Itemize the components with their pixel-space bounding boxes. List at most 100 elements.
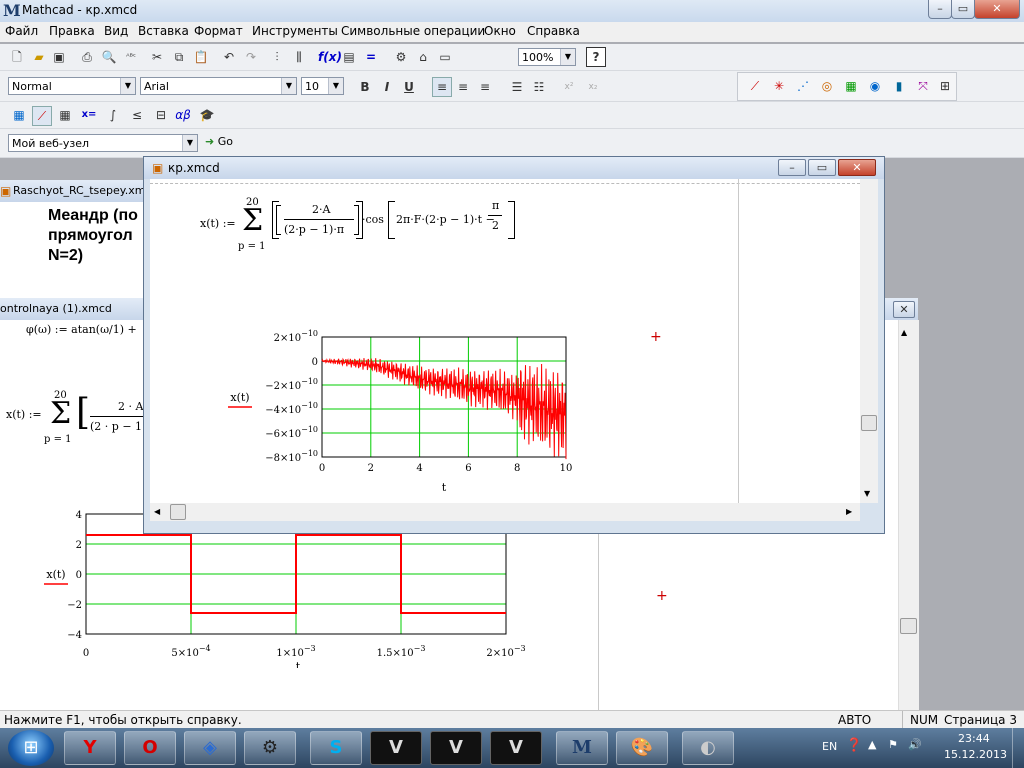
maximize-button[interactable]: ▭ <box>951 0 975 19</box>
matrix-icon[interactable]: ▦ <box>56 106 74 124</box>
italic-button[interactable]: I <box>378 78 396 96</box>
plot-wizard-icon[interactable]: ⊞ <box>936 77 954 95</box>
menu-tools[interactable]: Инструменты <box>252 24 338 38</box>
3d-bar-plot-icon[interactable]: ▦ <box>842 77 860 95</box>
copy-icon[interactable]: ⧉ <box>170 48 188 66</box>
tray-chevron-icon[interactable]: ▲ <box>868 738 876 751</box>
language-indicator[interactable]: EN <box>822 740 837 753</box>
3d-scatter-icon[interactable]: ◉ <box>866 77 884 95</box>
stalker-app-3-icon[interactable]: V <box>490 731 542 765</box>
calculator-icon[interactable]: ▦ <box>10 106 28 124</box>
underline-button[interactable]: U <box>400 78 418 96</box>
document-raschyot[interactable]: ▣ Raschyot_RC_tsepey.xmcd Меандр (по пря… <box>0 180 158 300</box>
go-button[interactable]: ➜ Go <box>205 135 233 153</box>
menu-window[interactable]: Окно <box>484 24 516 38</box>
scroll-up-icon[interactable]: ▲ <box>901 328 907 337</box>
scroll-left-icon[interactable]: ◀ <box>154 507 160 516</box>
print-preview-icon[interactable]: 🔍 <box>100 48 118 66</box>
skype-icon[interactable]: S <box>310 731 362 765</box>
redo-icon[interactable]: ↷ <box>242 48 260 66</box>
subscript-icon[interactable]: x₂ <box>584 78 602 96</box>
align-left-text-icon[interactable]: ≡ <box>432 77 452 97</box>
close-button[interactable]: ✕ <box>974 0 1020 19</box>
help-icon[interactable]: ? <box>586 47 606 67</box>
graph-palette-icon[interactable]: ⟋ <box>32 106 52 126</box>
menu-format[interactable]: Формат <box>194 24 243 38</box>
insert-unit-icon[interactable]: ▤ <box>340 48 358 66</box>
insert-function-icon[interactable]: f(x) <box>318 48 342 66</box>
insert-region-icon[interactable]: ▭ <box>436 48 454 66</box>
paint-icon[interactable]: 🎨 <box>616 731 668 765</box>
mathcad-taskbar-icon[interactable]: M <box>556 731 608 765</box>
spell-check-icon[interactable]: ᴬᴮᶜ <box>122 48 140 66</box>
print-icon[interactable]: ⎙ <box>78 48 96 66</box>
align-left-icon[interactable]: ⫼ <box>290 48 308 66</box>
vector-field-icon[interactable]: ⤧ <box>914 77 932 95</box>
paste-icon[interactable]: 📋 <box>192 48 210 66</box>
cut-icon[interactable]: ✂ <box>148 48 166 66</box>
menu-symbolics[interactable]: Символьные операции <box>341 24 485 38</box>
menu-edit[interactable]: Правка <box>49 24 95 38</box>
programming-icon[interactable]: ⊟ <box>152 106 170 124</box>
yandex-browser-icon[interactable]: Y <box>64 731 116 765</box>
symbolic-icon[interactable]: 🎓 <box>198 106 216 124</box>
menu-file[interactable]: Файл <box>5 24 38 38</box>
stalker-app-1-icon[interactable]: V <box>370 731 422 765</box>
web-node-select[interactable]: Мой веб-узел ▼ <box>8 134 198 152</box>
save-icon[interactable]: ▣ <box>50 48 68 66</box>
mouse-app-icon[interactable]: ◐ <box>682 731 734 765</box>
insert-component-icon[interactable]: ⚙ <box>392 48 410 66</box>
scroll-down-icon[interactable]: ▼ <box>864 489 870 498</box>
scrollbar-thumb[interactable] <box>170 504 186 520</box>
doc-close-button[interactable]: ✕ <box>838 159 876 176</box>
heading-text[interactable]: Меандр (по прямоугол N=2) <box>48 206 138 266</box>
stalker-app-2-icon[interactable]: V <box>430 731 482 765</box>
show-desktop-button[interactable] <box>1012 728 1024 768</box>
bold-button[interactable]: B <box>356 78 374 96</box>
scrollbar-thumb[interactable] <box>861 415 877 431</box>
minimize-button[interactable]: – <box>928 0 952 19</box>
font-size-select[interactable]: 10 ▼ <box>301 77 344 95</box>
steam-icon[interactable]: ⚙ <box>244 731 296 765</box>
doc-maximize-button[interactable]: ▭ <box>808 159 836 176</box>
surface-plot-icon[interactable]: ⋰ <box>794 77 812 95</box>
xy-plot-icon[interactable]: ⟋ <box>746 77 764 95</box>
clock-date[interactable]: 15.12.2013 <box>944 748 1007 761</box>
scrollbar-thumb[interactable] <box>900 618 917 634</box>
boolean-icon[interactable]: ≤ <box>128 106 146 124</box>
style-select[interactable]: Normal ▼ <box>8 77 136 95</box>
bar-chart-icon[interactable]: ▮ <box>890 77 908 95</box>
new-document-icon[interactable]: 🗋 <box>8 48 26 66</box>
undo-icon[interactable]: ↶ <box>220 48 238 66</box>
calculate-icon[interactable]: = <box>362 48 380 66</box>
phi-definition[interactable]: φ(ω) := atan(ω/1) + <box>26 323 137 336</box>
scroll-right-icon[interactable]: ▶ <box>846 507 852 516</box>
superscript-icon[interactable]: x² <box>560 78 578 96</box>
contour-plot-icon[interactable]: ◎ <box>818 77 836 95</box>
polar-plot-icon[interactable]: ✳ <box>770 77 788 95</box>
doc-close-button[interactable]: ✕ <box>893 301 915 318</box>
clock-time[interactable]: 23:44 <box>958 732 990 745</box>
horizontal-scrollbar[interactable]: ◀ ▶ <box>150 503 860 521</box>
noise-chart[interactable]: 2×10−10 0 −2×10−10 −4×10−10 −6×10−10 −8×10−10… <box>220 329 600 509</box>
font-select[interactable]: Arial ▼ <box>140 77 297 95</box>
greek-icon[interactable]: αβ <box>174 106 192 124</box>
calculus-icon[interactable]: ∫ <box>104 106 122 124</box>
vertical-scrollbar[interactable]: ▲ <box>898 320 919 710</box>
document-kr-canvas[interactable]: x(t) := 20 Σ p = 1 2·A (2·p − 1)·π ·cos … <box>150 179 860 503</box>
evaluation-icon[interactable]: x= <box>80 106 98 124</box>
open-folder-icon[interactable]: ▰ <box>30 48 48 66</box>
doc-minimize-button[interactable]: – <box>778 159 806 176</box>
flag-tray-icon[interactable]: ⚑ <box>888 738 898 751</box>
x-definition-front[interactable]: x(t) := 20 Σ p = 1 2·A (2·p − 1)·π ·cos … <box>200 197 600 267</box>
menu-view[interactable]: Вид <box>104 24 128 38</box>
menu-help[interactable]: Справка <box>527 24 580 38</box>
numbered-list-icon[interactable]: ☷ <box>530 78 548 96</box>
opera-icon[interactable]: O <box>124 731 176 765</box>
bullet-list-icon[interactable]: ☰ <box>508 78 526 96</box>
start-button[interactable]: ⊞ <box>8 730 54 766</box>
menu-insert[interactable]: Вставка <box>138 24 189 38</box>
vertical-scrollbar[interactable]: ▼ <box>860 179 878 503</box>
resource-center-icon[interactable]: ⌂ <box>414 48 432 66</box>
volume-tray-icon[interactable]: 🔊 <box>908 738 922 751</box>
